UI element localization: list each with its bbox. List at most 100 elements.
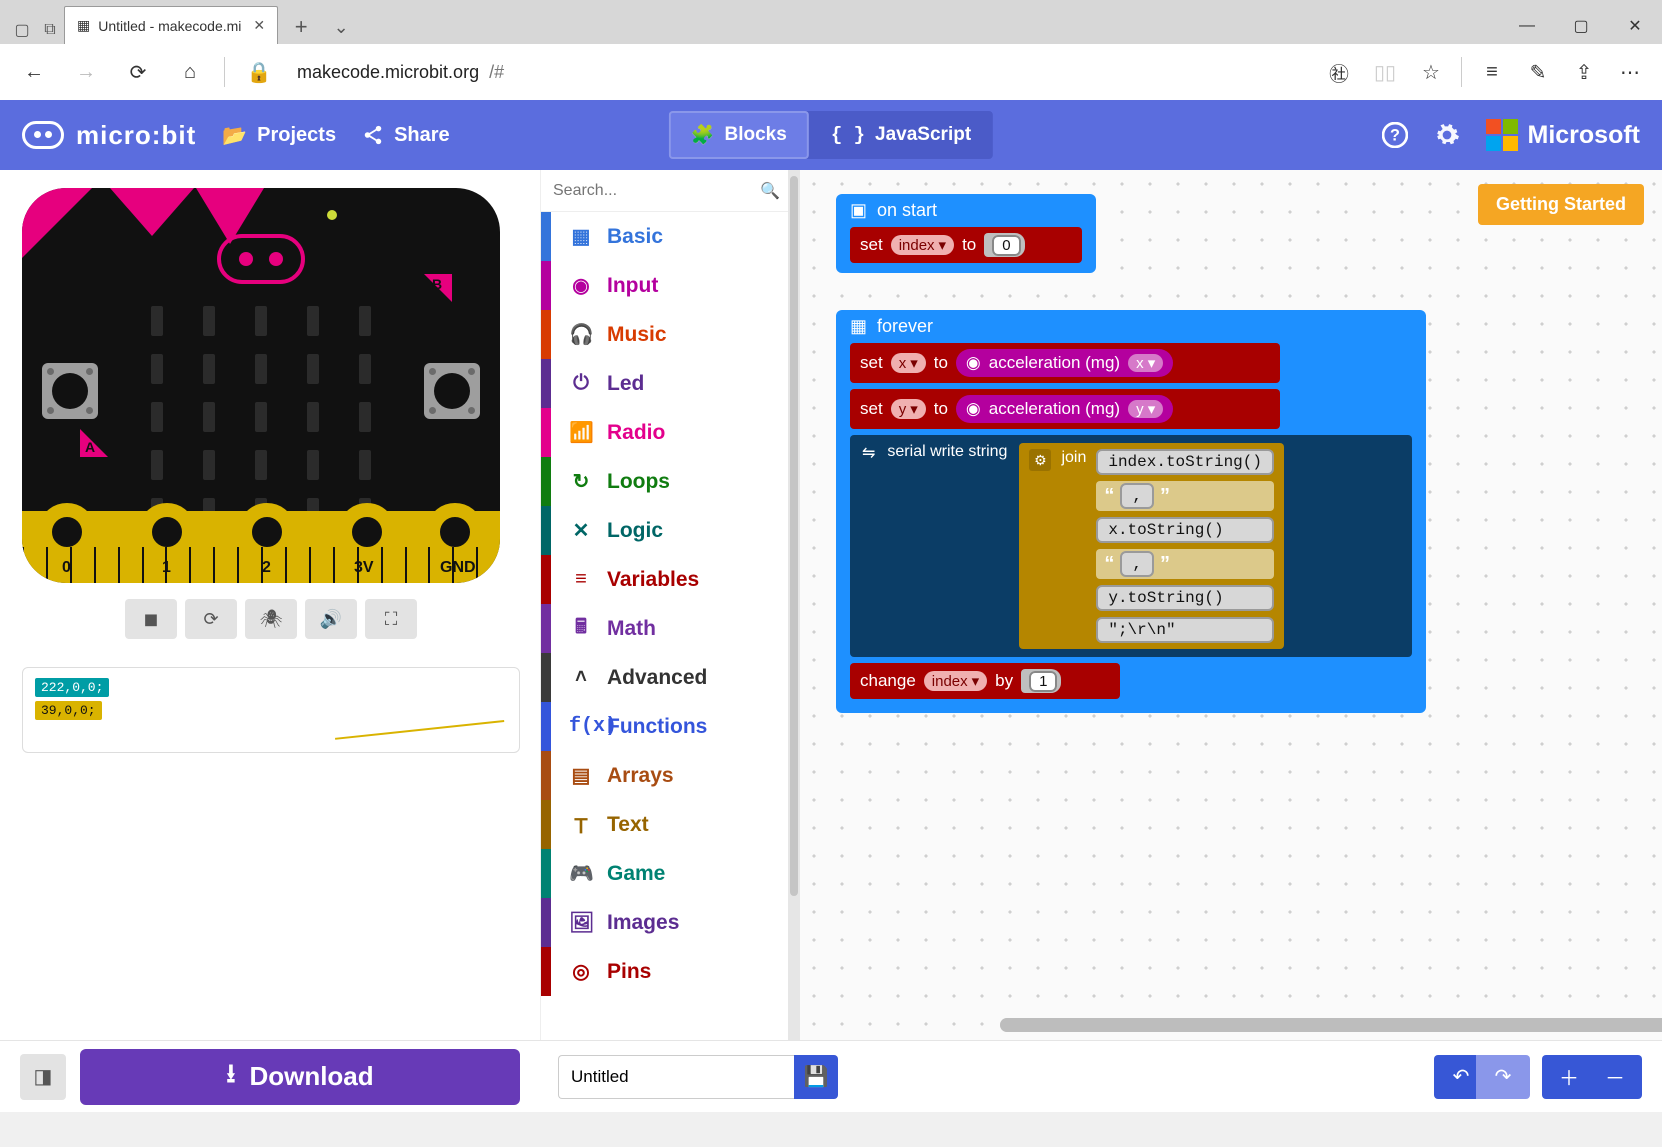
block-on-start[interactable]: ▣on start set index▾ to 0 xyxy=(836,194,1096,273)
cat-math[interactable]: 🖩Math xyxy=(541,604,788,653)
cat-input[interactable]: ◉Input xyxy=(541,261,788,310)
sim-fullscreen-button[interactable]: ⛶ xyxy=(365,599,417,639)
canvas-hscrollbar[interactable] xyxy=(1000,1018,1606,1032)
serial-output[interactable]: 222,0,0; 39,0,0; xyxy=(22,667,520,753)
var-dropdown-y[interactable]: y▾ xyxy=(891,399,926,419)
redo-button[interactable]: ↷ xyxy=(1476,1055,1530,1099)
more-menu-icon[interactable]: ⋯ xyxy=(1610,50,1650,94)
mode-blocks-tab[interactable]: 🧩 Blocks xyxy=(669,111,809,159)
back-button[interactable]: ← xyxy=(12,50,56,94)
var-dropdown-index2[interactable]: index▾ xyxy=(924,671,987,691)
microbit-logo-icon xyxy=(22,121,64,149)
cat-variables[interactable]: ≡Variables xyxy=(541,555,788,604)
canvas-panel: Getting Started ▣on start set index▾ to … xyxy=(788,170,1662,1040)
join-gear-icon[interactable]: ⚙ xyxy=(1029,449,1051,471)
cat-pins[interactable]: ◎Pins xyxy=(541,947,788,996)
share-page-icon[interactable]: ⇪ xyxy=(1564,50,1604,94)
notes-icon[interactable]: ✎ xyxy=(1518,50,1558,94)
block-accel-y[interactable]: ◉acceleration (mg)y ▾ xyxy=(956,395,1173,423)
simulator-panel: A B 0 1 2 3V GND ◼ ⟳ 🕷 🔊 ⛶ xyxy=(0,170,540,1040)
microbit-logo[interactable]: micro:bit xyxy=(22,120,196,151)
blocks-canvas[interactable]: Getting Started ▣on start set index▾ to … xyxy=(800,170,1662,1040)
toolbox-search[interactable]: 🔍 xyxy=(541,170,788,212)
download-button[interactable]: ⭳ Download xyxy=(80,1049,520,1105)
block-forever[interactable]: ▦forever set x▾ to ◉acceleration (mg)x ▾… xyxy=(836,310,1426,713)
join-slot-1[interactable]: index.toString() xyxy=(1096,449,1274,475)
block-change-index[interactable]: change index▾ by 1 xyxy=(850,663,1120,699)
cat-music[interactable]: 🎧Music xyxy=(541,310,788,359)
join-slot-6[interactable]: ";\r\n" xyxy=(1096,617,1274,643)
join-slot-3[interactable]: x.toString() xyxy=(1096,517,1274,543)
microsoft-logo[interactable]: Microsoft xyxy=(1486,119,1641,151)
cat-functions[interactable]: f(x)Functions xyxy=(541,702,788,751)
cat-loops[interactable]: ↻Loops xyxy=(541,457,788,506)
var-dropdown-x[interactable]: x▾ xyxy=(891,353,926,373)
zoom-out-button[interactable]: － xyxy=(1605,1062,1625,1091)
block-join[interactable]: ⚙ join index.toString() “,” x.toString()… xyxy=(1019,443,1284,649)
serial-line-2: 39,0,0; xyxy=(35,701,102,720)
help-button[interactable]: ? xyxy=(1382,122,1408,148)
value-1[interactable]: 1 xyxy=(1029,671,1057,692)
cat-text[interactable]: ＴText xyxy=(541,800,788,849)
share-button[interactable]: Share xyxy=(362,124,450,147)
reading-list-icon[interactable]: ≡ xyxy=(1472,50,1512,94)
collapse-sim-button[interactable]: ◨ xyxy=(20,1054,66,1100)
join-slot-2[interactable]: “,” xyxy=(1096,481,1274,511)
editor-mode-switch: 🧩 Blocks { } JavaScript xyxy=(669,111,993,159)
button-b[interactable] xyxy=(424,363,480,419)
projects-button[interactable]: 📂 Projects xyxy=(222,123,336,148)
cat-led[interactable]: ⏻Led xyxy=(541,359,788,408)
settings-gear-icon[interactable] xyxy=(1434,122,1460,148)
reading-view-icon[interactable]: ▯▯ xyxy=(1365,50,1405,94)
canvas-vscrollbar[interactable] xyxy=(788,170,800,1040)
value-0[interactable]: 0 xyxy=(992,235,1020,256)
save-project-button[interactable]: 💾 xyxy=(794,1055,838,1099)
favorite-star-icon[interactable]: ☆ xyxy=(1411,50,1451,94)
sim-stop-button[interactable]: ◼ xyxy=(125,599,177,639)
new-tab-button[interactable]: + xyxy=(284,10,318,44)
address-bar[interactable]: makecode.microbit.org/# xyxy=(289,62,1311,83)
sys-recent-icon[interactable]: ⧉ xyxy=(36,16,64,44)
headphones-icon: 🎧 xyxy=(569,322,593,347)
join-slot-4[interactable]: “,” xyxy=(1096,549,1274,579)
axis-dropdown-y[interactable]: y ▾ xyxy=(1128,400,1163,418)
sim-audio-button[interactable]: 🔊 xyxy=(305,599,357,639)
close-tab-icon[interactable]: ✕ xyxy=(253,17,265,34)
refresh-button[interactable]: ⟳ xyxy=(116,50,160,94)
window-minimize-button[interactable]: — xyxy=(1500,8,1554,44)
var-dropdown-index[interactable]: index▾ xyxy=(891,235,954,255)
search-icon[interactable]: 🔍 xyxy=(760,181,780,201)
mode-javascript-tab[interactable]: { } JavaScript xyxy=(809,111,993,159)
cat-game[interactable]: 🎮Game xyxy=(541,849,788,898)
sys-tabs-icon[interactable]: ▢ xyxy=(8,16,36,44)
cat-logic[interactable]: ✕Logic xyxy=(541,506,788,555)
home-button[interactable]: ⌂ xyxy=(168,50,212,94)
project-name-input[interactable] xyxy=(558,1055,794,1099)
window-maximize-button[interactable]: ▢ xyxy=(1554,8,1608,44)
zoom-in-button[interactable]: ＋ xyxy=(1559,1062,1579,1091)
block-set-y[interactable]: set y▾ to ◉acceleration (mg)y ▾ xyxy=(850,389,1280,429)
tab-menu-icon[interactable]: ⌄ xyxy=(324,10,358,44)
translate-icon[interactable]: ㊓ xyxy=(1319,50,1359,94)
cat-advanced[interactable]: ˄Advanced xyxy=(541,653,788,702)
cat-radio[interactable]: 📶Radio xyxy=(541,408,788,457)
cat-images[interactable]: 🖼Images xyxy=(541,898,788,947)
window-close-button[interactable]: ✕ xyxy=(1608,8,1662,44)
block-set-index-0[interactable]: set index▾ to 0 xyxy=(850,227,1082,263)
search-input[interactable] xyxy=(553,182,760,200)
block-set-x[interactable]: set x▾ to ◉acceleration (mg)x ▾ xyxy=(850,343,1280,383)
cat-arrays[interactable]: ▤Arrays xyxy=(541,751,788,800)
browser-tab-active[interactable]: ▦ Untitled - makecode.mi ✕ xyxy=(64,6,278,44)
join-slot-5[interactable]: y.toString() xyxy=(1096,585,1274,611)
getting-started-button[interactable]: Getting Started xyxy=(1478,184,1644,225)
cat-basic[interactable]: ▦Basic xyxy=(541,212,788,261)
axis-dropdown-x[interactable]: x ▾ xyxy=(1128,354,1163,372)
button-a[interactable] xyxy=(42,363,98,419)
sim-restart-button[interactable]: ⟳ xyxy=(185,599,237,639)
sim-snail-button[interactable]: 🕷 xyxy=(245,599,297,639)
block-accel-x[interactable]: ◉acceleration (mg)x ▾ xyxy=(956,349,1173,377)
block-serial-write[interactable]: ⇋ serial write string ⚙ join index.toStr… xyxy=(850,435,1412,657)
site-info-lock-icon[interactable]: 🔒 xyxy=(237,50,281,94)
led-matrix[interactable] xyxy=(138,302,384,532)
microbit-simulator[interactable]: A B 0 1 2 3V GND xyxy=(22,188,500,583)
